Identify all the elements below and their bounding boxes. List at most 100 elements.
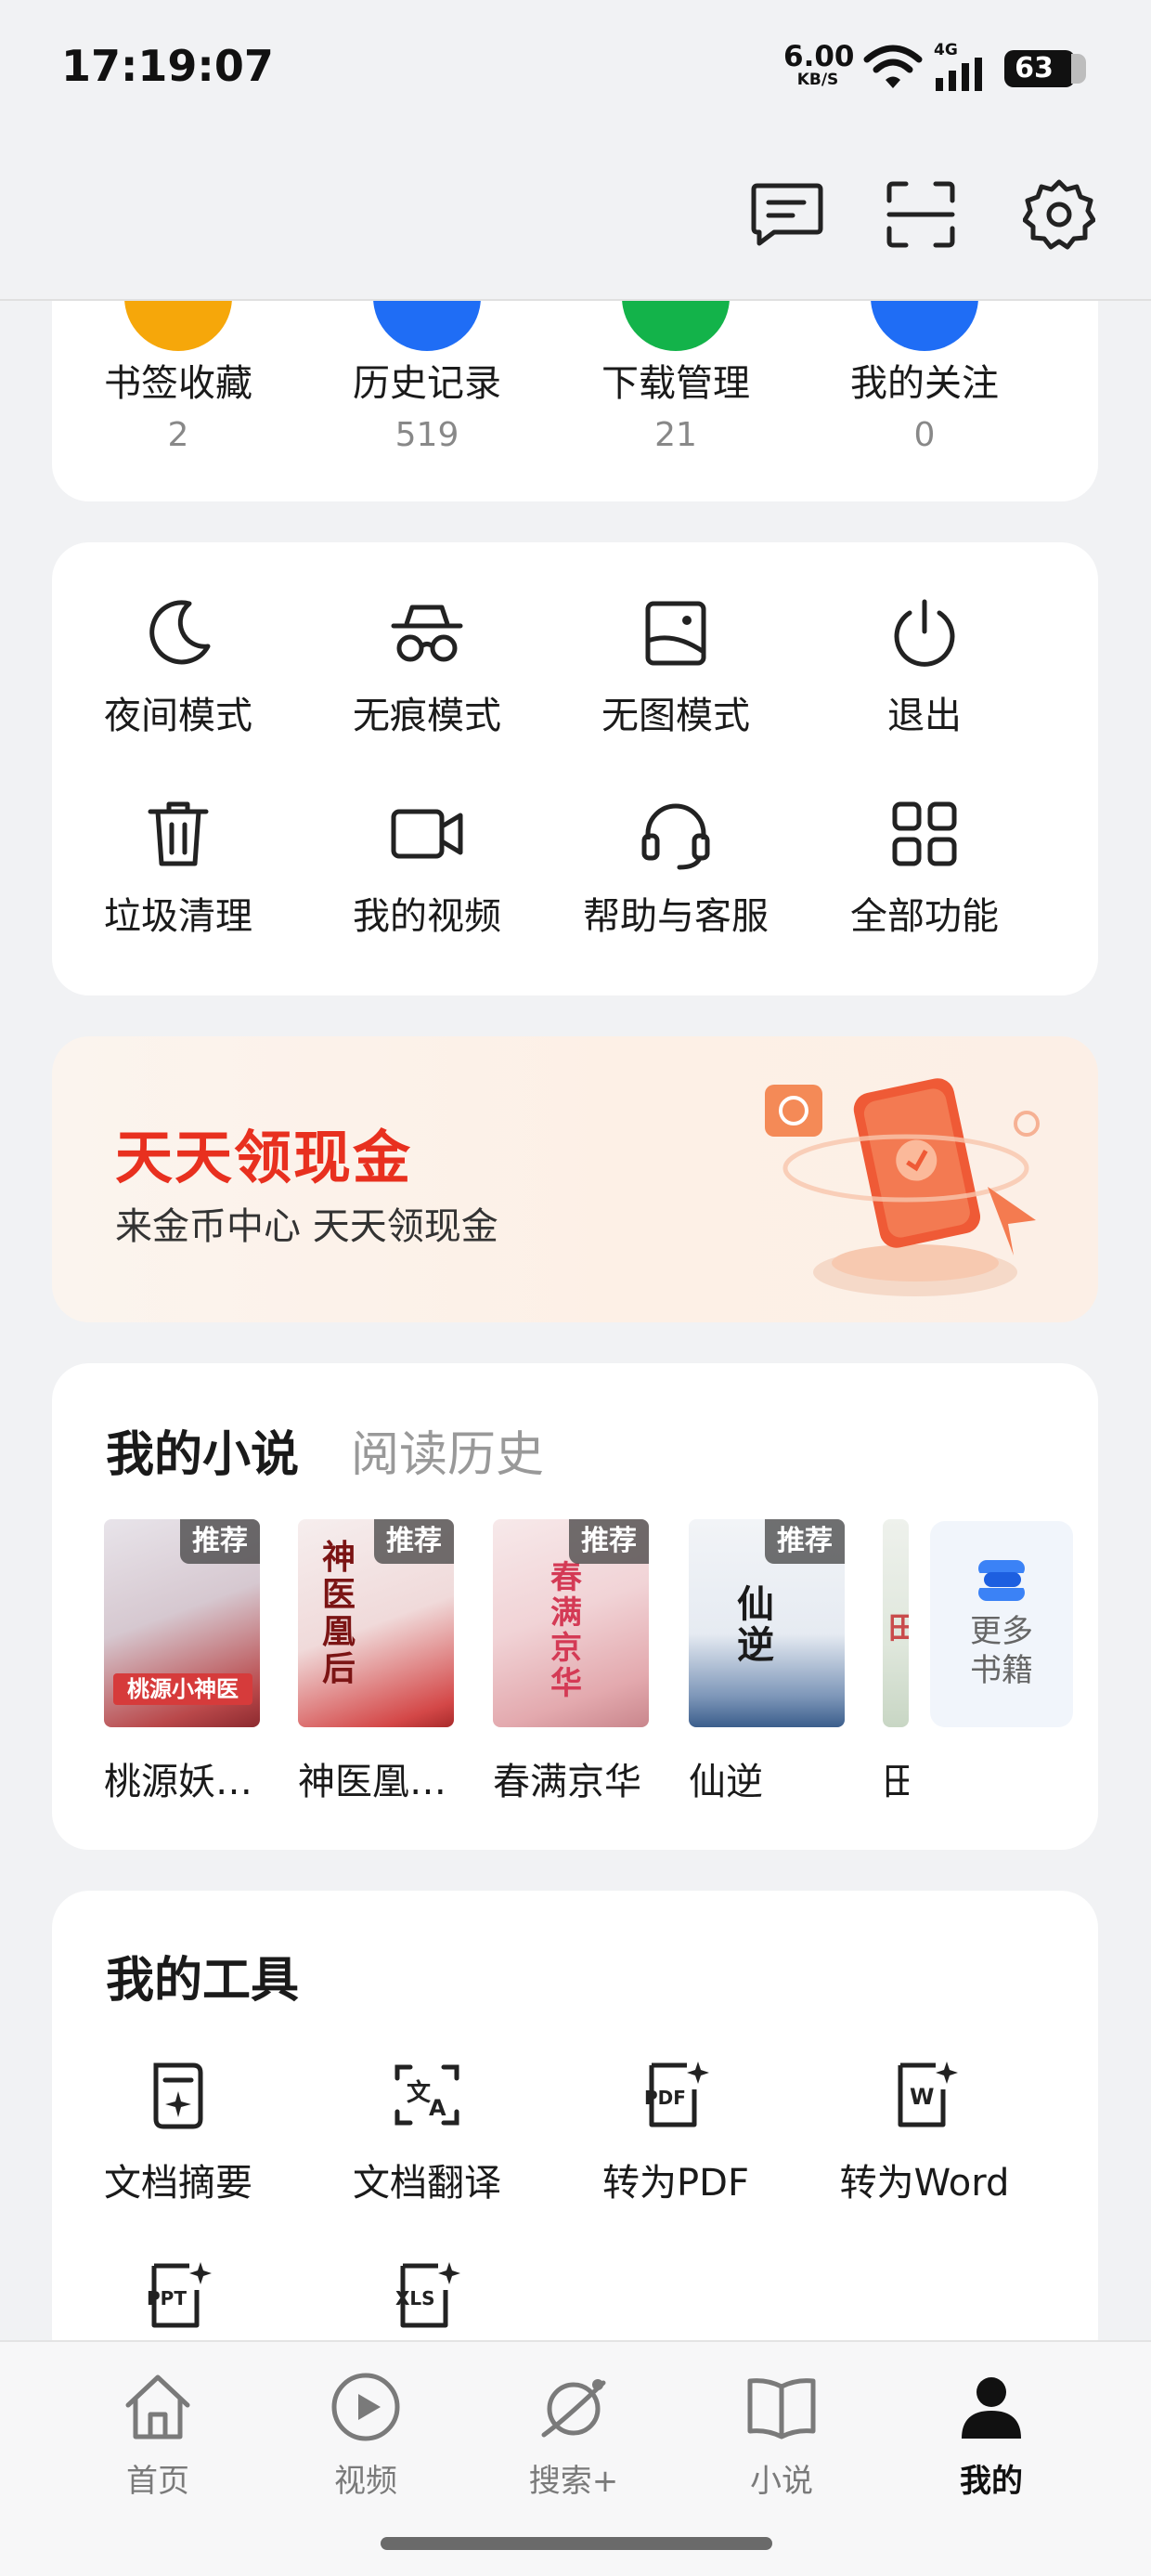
more-books-line2: 书籍 <box>970 1652 1033 1689</box>
tool-label: 转为Word <box>839 2162 1010 2205</box>
banner-title: 天天领现金 <box>115 1124 413 1191</box>
recommend-tag: 推荐 <box>765 1519 845 1564</box>
fn-my-videos[interactable]: 我的视频 <box>303 797 551 940</box>
fn-help[interactable]: 帮助与客服 <box>551 797 800 940</box>
nav-novel[interactable]: 小说 <box>689 2370 874 2501</box>
tool-xls[interactable]: XLS <box>303 2258 551 2336</box>
book-cover: 春满京华 推荐 <box>493 1519 649 1727</box>
red-envelope-icon <box>765 1078 1040 1296</box>
tools-title: 我的工具 <box>106 1953 300 2009</box>
book-cover: 神医凰后 推荐 <box>298 1519 454 1727</box>
scan-icon[interactable] <box>886 180 956 249</box>
download-icon <box>622 301 730 351</box>
tool-doc-translate[interactable]: 文 A 文档翻译 <box>303 2058 551 2206</box>
battery-level: 63 <box>1015 52 1054 85</box>
play-icon <box>331 2373 400 2441</box>
xls-badge: XLS <box>395 2287 435 2309</box>
tool-to-word[interactable]: W 转为Word <box>800 2058 1049 2206</box>
message-icon[interactable] <box>750 180 824 249</box>
book-cover: 桃源小神医 推荐 <box>104 1519 260 1727</box>
stat-label: 下载管理 <box>601 362 750 405</box>
follow-icon <box>871 301 978 351</box>
book-item[interactable]: 春满京华 推荐 春满京华 <box>493 1519 649 1805</box>
nav-label: 首页 <box>126 2463 189 2500</box>
fn-label: 帮助与客服 <box>583 895 769 938</box>
tool-ppt[interactable]: PPT <box>54 2258 303 2336</box>
stat-label: 书签收藏 <box>104 362 252 405</box>
doc-translate-icon: 文 A <box>394 2064 459 2126</box>
net-speed: 6.00 KB/S <box>783 40 855 89</box>
fn-trash-clean[interactable]: 垃圾清理 <box>54 797 303 940</box>
status-time: 17:19:07 <box>61 41 274 91</box>
fn-label: 全部功能 <box>850 895 999 938</box>
home-icon <box>125 2374 190 2439</box>
nav-search-plus[interactable]: 搜索+ <box>481 2370 666 2501</box>
book-icon <box>747 2378 816 2439</box>
ppt-icon: PPT <box>147 2262 212 2328</box>
person-icon <box>962 2377 1021 2439</box>
tool-doc-summary[interactable]: 文档摘要 <box>54 2058 303 2206</box>
nav-mine[interactable]: 我的 <box>899 2370 1084 2501</box>
tool-label: 文档翻译 <box>353 2162 501 2205</box>
stats-card: 书签收藏 2 历史记录 519 下载管理 21 我的关注 0 <box>52 301 1098 501</box>
history-icon <box>373 301 481 351</box>
more-books-button[interactable]: 更多 书籍 <box>930 1521 1073 1727</box>
net-speed-unit: KB/S <box>796 71 839 89</box>
book-item[interactable]: 仙逆 推荐 仙逆 <box>689 1519 845 1805</box>
banner-subtitle: 来金币中心 天天领现金 <box>115 1205 498 1248</box>
stat-history[interactable]: 历史记录 519 <box>303 301 551 454</box>
stat-count: 519 <box>394 416 459 454</box>
nav-label: 小说 <box>750 2463 813 2500</box>
book-title: 桃源妖… <box>104 1761 252 1803</box>
stat-bookmarks[interactable]: 书签收藏 2 <box>54 301 303 454</box>
cash-banner[interactable]: 天天领现金 来金币中心 天天领现金 <box>52 1036 1098 1322</box>
tab-reading-history[interactable]: 阅读历史 <box>351 1415 544 1485</box>
book-cover-title: 春满京华 <box>550 1559 582 1702</box>
fn-exit[interactable]: 退出 <box>800 596 1049 739</box>
book-item[interactable]: 桃源小神医 推荐 桃源妖… <box>104 1519 260 1805</box>
nav-home[interactable]: 首页 <box>65 2370 251 2501</box>
settings-icon[interactable] <box>1023 178 1095 251</box>
book-cover-title: 仙逆 <box>737 1583 774 1667</box>
svg-text:A: A <box>429 2095 446 2121</box>
nav-label: 搜索+ <box>528 2463 619 2500</box>
fn-no-image[interactable]: 无图模式 <box>551 596 800 739</box>
stat-count: 0 <box>913 416 936 454</box>
book-cover-title: 田 <box>888 1610 909 1646</box>
tab-my-novels[interactable]: 我的小说 <box>106 1415 299 1485</box>
nav-label: 我的 <box>960 2463 1023 2500</box>
fn-incognito[interactable]: 无痕模式 <box>303 596 551 739</box>
book-item[interactable]: 田 田 <box>883 1519 909 1805</box>
stat-downloads[interactable]: 下载管理 21 <box>551 301 800 454</box>
stat-label: 我的关注 <box>850 362 999 405</box>
fn-night-mode[interactable]: 夜间模式 <box>54 596 303 739</box>
book-title: 田 <box>883 1761 909 1803</box>
book-title: 春满京华 <box>493 1761 641 1803</box>
fn-all-features[interactable]: 全部功能 <box>800 797 1049 940</box>
stack-icon <box>978 1560 1025 1601</box>
stat-count: 2 <box>167 416 189 454</box>
book-cover-title: 桃源小神医 <box>113 1673 252 1705</box>
pdf-icon: PDF <box>644 2062 709 2127</box>
word-badge: W <box>910 2084 934 2110</box>
no-image-icon <box>645 601 706 666</box>
stat-following[interactable]: 我的关注 0 <box>800 301 1049 454</box>
video-camera-icon <box>391 809 463 859</box>
nav-video[interactable]: 视频 <box>273 2370 459 2501</box>
fn-label: 我的视频 <box>353 895 501 938</box>
net-speed-value: 6.00 <box>783 40 855 73</box>
stat-count: 21 <box>654 416 697 454</box>
signal-icon <box>936 58 982 91</box>
bookmark-icon <box>124 301 232 351</box>
svg-text:文: 文 <box>407 2078 432 2107</box>
book-item[interactable]: 神医凰后 推荐 神医凰… <box>298 1519 454 1805</box>
home-indicator[interactable] <box>381 2537 772 2550</box>
tool-to-pdf[interactable]: PDF 转为PDF <box>551 2058 800 2206</box>
battery-indicator: 63 <box>1004 50 1086 87</box>
book-cover: 仙逆 推荐 <box>689 1519 845 1727</box>
recommend-tag: 推荐 <box>569 1519 649 1564</box>
tools-card: 我的工具 文档摘要 文 A 文档翻译 PDF 转为PDF W 转为Word PP… <box>52 1891 1098 2374</box>
recommend-tag: 推荐 <box>180 1519 260 1564</box>
power-icon <box>894 599 955 667</box>
book-title: 神医凰… <box>298 1761 446 1803</box>
